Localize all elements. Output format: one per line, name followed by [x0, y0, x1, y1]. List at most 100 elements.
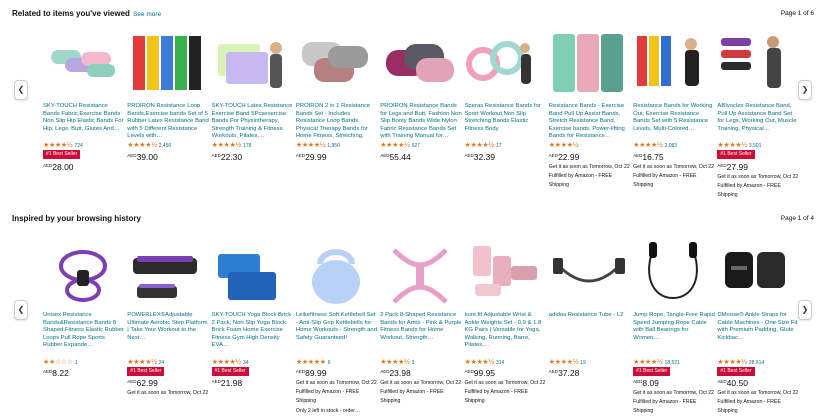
- review-count[interactable]: 3: [412, 360, 415, 366]
- product-card[interactable]: PROIRON Resistance Loop Bands,Exercise b…: [127, 28, 209, 206]
- product-title-link[interactable]: Unisex Resistance Bands&Resistance Bands…: [43, 312, 125, 358]
- product-image[interactable]: [43, 232, 123, 310]
- browsing-history-section: Inspired by your browsing history Page 1…: [0, 206, 827, 420]
- review-count[interactable]: 314: [496, 360, 504, 366]
- product-image[interactable]: [633, 232, 713, 310]
- star-rating-icon: ★★☆☆☆: [43, 359, 73, 366]
- product-rating[interactable]: ★★★★½ 3,501: [717, 142, 761, 150]
- product-title-link[interactable]: Resistance Bands - Exercise Band Pull Up…: [549, 103, 631, 141]
- product-card[interactable]: SKY-TOUCH Latex Resistance Exercise Band…: [212, 28, 292, 206]
- review-count[interactable]: 724: [74, 143, 82, 149]
- product-title-link[interactable]: 2 Pack 8-Shaped Resistance Bands for Arm…: [380, 312, 462, 358]
- product-rating[interactable]: ★★★★½ 34: [212, 359, 249, 367]
- product-rating[interactable]: ★★★★½ 2,083: [633, 142, 677, 150]
- product-card[interactable]: Speras Resistance Bands for Sport Workou…: [465, 28, 545, 206]
- product-image[interactable]: [212, 28, 292, 98]
- product-rating[interactable]: ★★★★★ 6: [296, 359, 331, 367]
- review-count[interactable]: 6: [328, 360, 331, 366]
- product-rating[interactable]: ★★★★½ 1,950: [296, 142, 340, 150]
- product-image[interactable]: [380, 28, 460, 98]
- carousel-next-button[interactable]: ❯: [798, 80, 812, 100]
- product-card[interactable]: DMoose® Ankle Straps for Cable Machines …: [717, 232, 799, 414]
- product-title-link[interactable]: DMoose® Ankle Straps for Cable Machines …: [717, 312, 799, 358]
- product-image[interactable]: [296, 28, 376, 98]
- product-card[interactable]: kure.fit Adjustable Wrist & Ankle Weight…: [465, 232, 545, 410]
- product-card[interactable]: Leikefitness Soft Kettlebell Set - Anti-…: [296, 232, 378, 414]
- product-card[interactable]: SKY-TOUCH Yoga Block Brick 2 Pack, Non S…: [211, 232, 294, 410]
- product-title-link[interactable]: PROIRON Resistance Loop Bands,Exercise b…: [127, 103, 209, 141]
- product-image[interactable]: [717, 28, 797, 98]
- product-rating[interactable]: ★★★★½: [549, 142, 580, 150]
- review-count[interactable]: 1,950: [327, 143, 340, 149]
- product-title-link[interactable]: SKY-TOUCH Resistance Bands Fabric,Exerci…: [43, 103, 125, 141]
- star-rating-icon: ★★★★½: [464, 359, 495, 366]
- review-count[interactable]: 178: [243, 143, 251, 149]
- product-image[interactable]: [465, 232, 545, 310]
- product-image[interactable]: [717, 232, 797, 310]
- product-title-link[interactable]: SKY-TOUCH Latex Resistance Exercise Band…: [212, 103, 294, 141]
- product-title-link[interactable]: kure.fit Adjustable Wrist & Ankle Weight…: [465, 312, 547, 358]
- product-rating[interactable]: ★★★★½ 314: [465, 359, 505, 367]
- product-card[interactable]: Unisex Resistance Bands&Resistance Bands…: [43, 232, 125, 410]
- product-rating[interactable]: ★★★★½ 24: [127, 359, 164, 367]
- product-title-link[interactable]: Jump Rope, Tangle-Free Rapid Speed Jumpi…: [633, 312, 715, 358]
- product-price: AED40.50: [717, 378, 748, 388]
- product-title-link[interactable]: adidas Resistance Tube - L2: [549, 312, 631, 358]
- product-rating[interactable]: ★★★★½ 28,914: [717, 359, 764, 367]
- product-card[interactable]: Resistance Bands - Exercise Band Pull Up…: [549, 28, 631, 206]
- review-count[interactable]: 28,914: [749, 360, 764, 366]
- carousel-prev-button[interactable]: ❮: [14, 300, 28, 320]
- product-image[interactable]: [212, 232, 292, 310]
- product-image[interactable]: [549, 28, 629, 98]
- product-title-link[interactable]: PROIRON Resistance Bands for Legs and Bu…: [380, 103, 462, 141]
- product-image[interactable]: [127, 232, 207, 310]
- product-card[interactable]: adidas Resistance Tube - L2 ★★★★½ 19 AED37.…: [549, 232, 629, 410]
- product-title-link[interactable]: Resistance Bands for Working Out, Exerci…: [633, 103, 715, 141]
- product-card[interactable]: SKY-TOUCH Resistance Bands Fabric,Exerci…: [43, 28, 125, 206]
- product-card[interactable]: Jump Rope, Tangle-Free Rapid Speed Jumpi…: [633, 232, 715, 414]
- product-card[interactable]: POWERLEX®Adjustable Ultimate Aerobic Ste…: [127, 232, 209, 410]
- product-rating[interactable]: ★★★★½ 724: [43, 142, 83, 150]
- carousel-items: SKY-TOUCH Resistance Bands Fabric,Exerci…: [43, 28, 798, 203]
- product-card[interactable]: PROIRON 2 in 1 Resistance Bands Set - In…: [296, 28, 376, 206]
- product-title-link[interactable]: SKY-TOUCH Yoga Block Brick 2 Pack, Non S…: [212, 312, 294, 358]
- review-count[interactable]: 1: [75, 360, 78, 366]
- carousel-prev-button[interactable]: ❮: [14, 80, 28, 100]
- product-title-link[interactable]: Speras Resistance Bands for Sport Workou…: [465, 103, 547, 141]
- review-count[interactable]: 17: [496, 143, 502, 149]
- product-rating[interactable]: ★★★★½ 3: [380, 359, 414, 367]
- product-image[interactable]: [633, 28, 713, 98]
- review-count[interactable]: 3,501: [749, 143, 762, 149]
- product-title-link[interactable]: POWERLEX®Adjustable Ultimate Aerobic Ste…: [127, 312, 209, 358]
- carousel-next-button[interactable]: ❯: [798, 300, 812, 320]
- product-title-link[interactable]: Leikefitness Soft Kettlebell Set - Anti-…: [296, 312, 378, 358]
- product-card[interactable]: 2 Pack 8-Shaped Resistance Bands for Arm…: [380, 232, 462, 410]
- review-count[interactable]: 627: [412, 143, 420, 149]
- review-count[interactable]: 24: [159, 360, 165, 366]
- see-more-link[interactable]: See more: [133, 11, 161, 18]
- product-rating[interactable]: ★★★★½ 17: [465, 142, 502, 150]
- review-count[interactable]: 2,083: [665, 143, 678, 149]
- product-card[interactable]: Resistance Bands for Working Out, Exerci…: [633, 28, 715, 206]
- review-count[interactable]: 19: [580, 360, 586, 366]
- review-count[interactable]: 34: [243, 360, 249, 366]
- review-count[interactable]: 18,521: [665, 360, 680, 366]
- product-card[interactable]: PROIRON Resistance Bands for Legs and Bu…: [380, 28, 462, 206]
- product-rating[interactable]: ★★☆☆☆ 1: [43, 359, 78, 367]
- product-rating[interactable]: ★★★★½ 2,450: [127, 142, 171, 150]
- product-image[interactable]: [549, 232, 629, 310]
- product-rating[interactable]: ★★★★½ 627: [380, 142, 420, 150]
- star-rating-icon: ★★★★½: [548, 142, 579, 149]
- product-rating[interactable]: ★★★★½ 178: [212, 142, 252, 150]
- product-image[interactable]: [127, 28, 207, 98]
- product-card[interactable]: ABIvocles Resistance Band, Pull Up Assis…: [717, 28, 799, 206]
- product-image[interactable]: [465, 28, 545, 98]
- product-image[interactable]: [43, 28, 123, 98]
- product-image[interactable]: [296, 232, 376, 310]
- product-title-link[interactable]: ABIvocles Resistance Band, Pull Up Assis…: [717, 103, 799, 141]
- product-rating[interactable]: ★★★★½ 19: [549, 359, 586, 367]
- review-count[interactable]: 2,450: [159, 143, 172, 149]
- product-title-link[interactable]: PROIRON 2 in 1 Resistance Bands Set - In…: [296, 103, 378, 141]
- product-rating[interactable]: ★★★★½ 18,521: [633, 359, 680, 367]
- product-image[interactable]: [380, 232, 460, 310]
